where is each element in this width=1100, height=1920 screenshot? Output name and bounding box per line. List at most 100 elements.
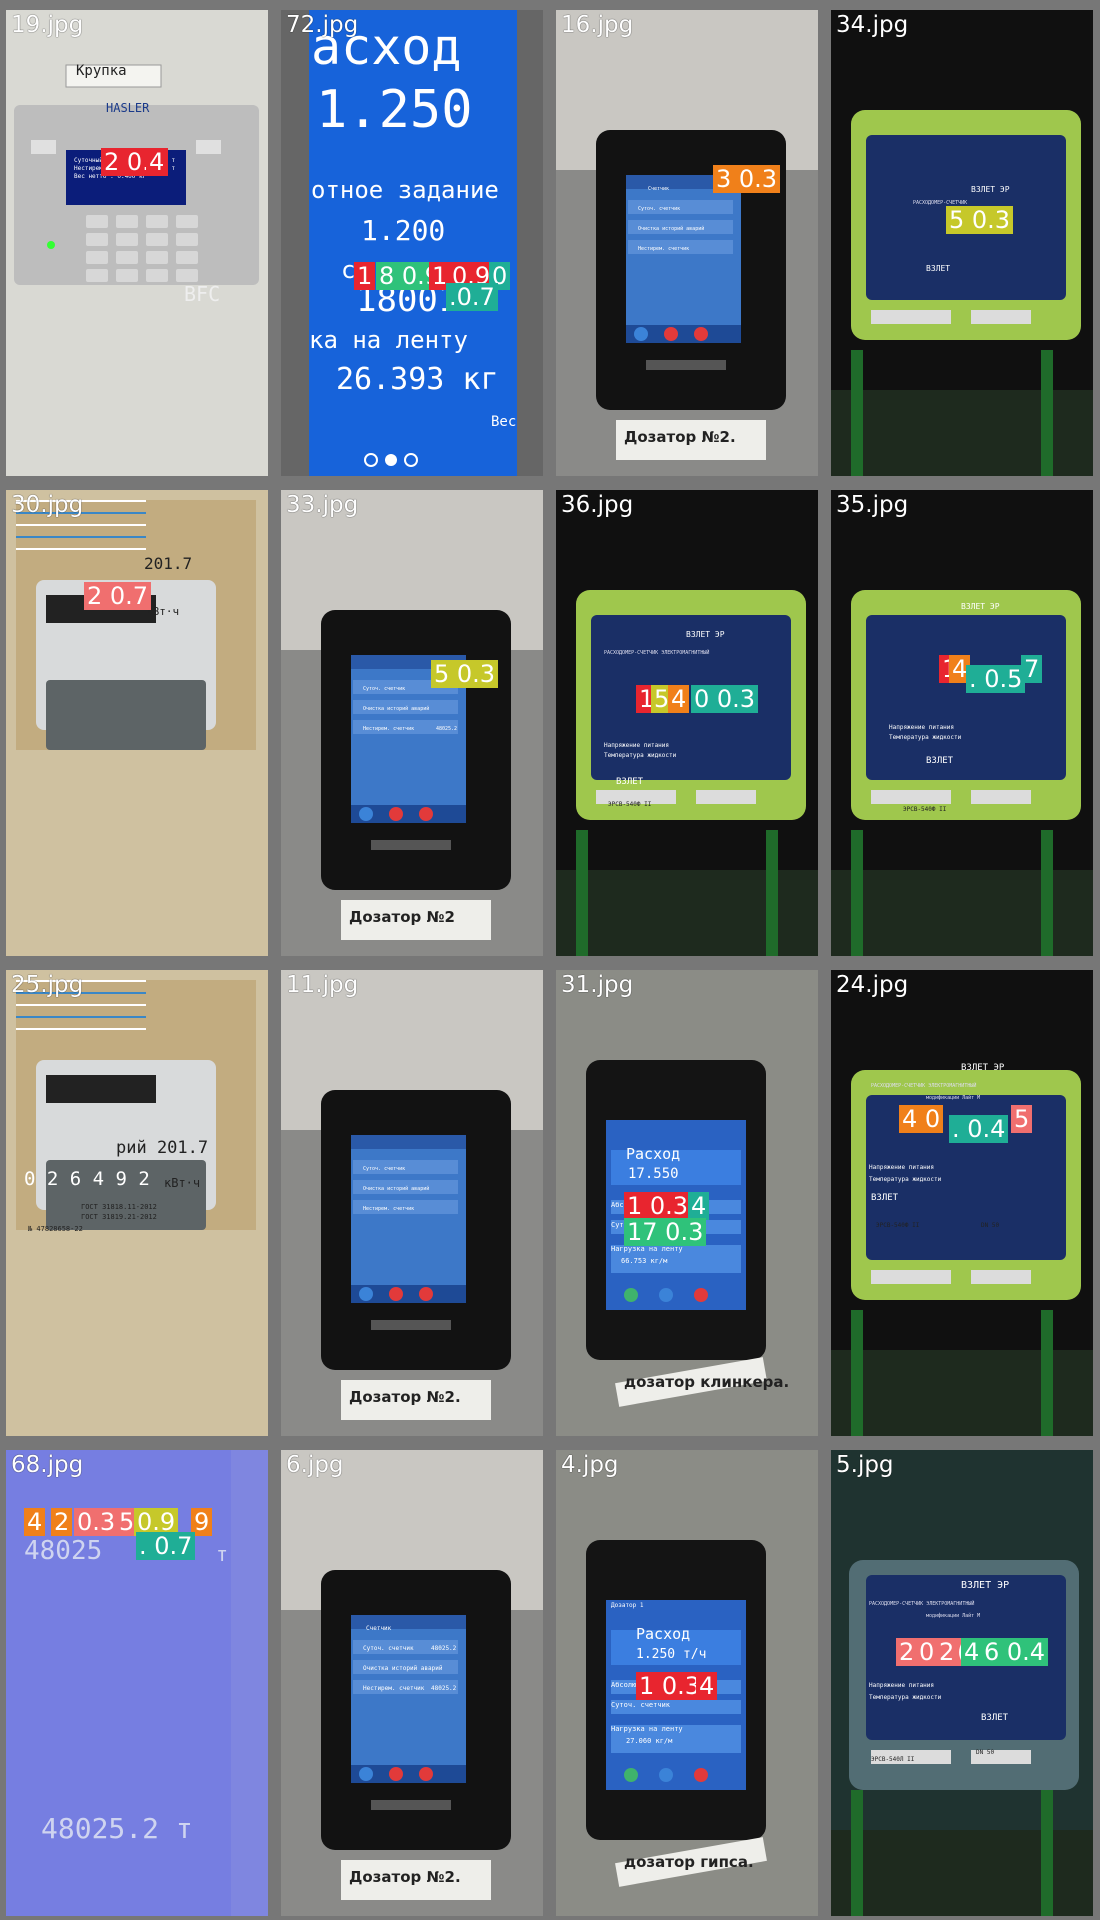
photo-text: 0 2 6 4 9 2	[24, 1168, 150, 1190]
detection-label: 17 0.3	[624, 1218, 707, 1246]
photo-text: Нестирем. счетчик	[363, 1685, 425, 1692]
tile-filename: 19.jpg	[11, 12, 84, 38]
photo-text: Крупка	[76, 63, 127, 79]
photo-text: ВЗЛЕТ	[926, 264, 951, 273]
detection-label: 0 0.3	[691, 685, 759, 713]
photo-text: HASLER	[106, 101, 150, 115]
photo-text: Очистка историй аварий	[363, 1665, 443, 1672]
photo-text: ЭРСВ-540Л II	[871, 1756, 915, 1763]
photo-text: ВЗЛЕТ	[926, 756, 954, 766]
detection-label: 1 0.3	[624, 1192, 692, 1220]
image-tile[interactable]: ВЗЛЕТ ЭР РАСХОДОМЕР-СЧЕТЧИК ВЗЛЕТ 34.jpg 5 0…	[831, 10, 1093, 476]
photo-text: Счетчик	[648, 186, 670, 192]
photo-text: ЭРСВ-540Ф II	[608, 801, 652, 808]
image-tile[interactable]: КрупкаHASLERBFCСуточный счетчик : 12903.…	[6, 10, 268, 476]
image-tile[interactable]: Суточ. счетчик Очистка историй аварий Нест…	[281, 490, 543, 956]
tile-photo	[556, 490, 818, 956]
photo-text: Очистка историй аварий	[363, 706, 430, 712]
tile-filename: 16.jpg	[561, 12, 634, 38]
tile-filename: 4.jpg	[561, 1452, 619, 1478]
tile-photo	[281, 490, 543, 956]
sign-label: Дозатор №2.	[624, 428, 736, 446]
photo-text: ВЗЛЕТ ЭР	[961, 1063, 1005, 1073]
detection-label: 4	[24, 1508, 46, 1536]
sign-label: Дозатор №2	[349, 908, 455, 926]
photo-text: ВЗЛЕТ	[616, 777, 644, 787]
image-tile[interactable]: ВЗЛЕТ ЭР РАСХОДОМЕР-СЧЕТЧИК ЭЛЕКТРОМАГНИТ…	[831, 970, 1093, 1436]
tile-photo	[556, 10, 818, 476]
detection-label: 2	[51, 1508, 73, 1536]
photo-text: 48025.2	[431, 1645, 457, 1652]
detection-label: 4	[668, 685, 690, 713]
detection-label: .0.7	[446, 283, 498, 311]
photo-text: № 47828658-22	[28, 1225, 83, 1233]
detection-label: . 0.4	[949, 1115, 1009, 1143]
tile-photo	[6, 10, 268, 476]
sign-label: дозатор клинкера.	[624, 1373, 790, 1391]
photo-text: Нестирем. счетчик	[638, 246, 690, 252]
photo-text: Суточ. счетчик	[363, 1166, 406, 1172]
image-tile[interactable]: Счетчик Суточ. счетчик Очистка историй ава…	[556, 10, 818, 476]
photo-text: 1.200	[361, 214, 446, 247]
photo-text: 26.393 кг	[336, 362, 499, 397]
tile-filename: 5.jpg	[836, 1452, 894, 1478]
detection-label: 0.3	[74, 1508, 119, 1536]
photo-text: ВЗЛЕТ ЭР	[686, 630, 725, 639]
image-tile[interactable]: ВЗЛЕТ ЭР РАСХОДОМЕР-СЧЕТЧИК ЭЛЕКТРОМАГНИТ…	[556, 490, 818, 956]
tile-filename: 33.jpg	[286, 492, 359, 518]
photo-text: Суточ. счетчик	[638, 206, 681, 212]
tile-filename: 11.jpg	[286, 972, 359, 998]
photo-text: DN 50	[976, 1749, 995, 1756]
photo-text: Напряжение питания	[889, 724, 955, 731]
image-tile[interactable]: ВЗЛЕТ ЭР РАСХОДОМЕР-СЧЕТЧИК ЭЛЕКТРОМАГНИТ…	[831, 1450, 1093, 1916]
detection-label: 1 0.3	[636, 1672, 704, 1700]
image-tile[interactable]: ВЗЛЕТ ЭР Напряжение питания Температура жи…	[831, 490, 1093, 956]
photo-text: ВЗЛЕТ	[871, 1193, 899, 1203]
detection-label: . 0.7	[136, 1532, 196, 1560]
image-tile[interactable]: 201.7 кВт·ч 30.jpg 2 0.7	[6, 490, 268, 956]
detection-label: 4	[688, 1192, 710, 1220]
tile-photo	[831, 490, 1093, 956]
detection-label: 3 0.3	[713, 165, 781, 193]
detection-label: 4	[961, 1638, 983, 1666]
tile-filename: 72.jpg	[286, 12, 359, 38]
photo-text: Счетчик	[366, 1625, 392, 1632]
detection-label: 0	[916, 1638, 938, 1666]
detection-label: 2	[896, 1638, 918, 1666]
detection-label: 5	[1011, 1105, 1033, 1133]
photo-text: ВЗЛЕТ ЭР	[961, 1580, 1010, 1591]
detection-label: 1	[354, 262, 376, 290]
photo-text: 17.550	[628, 1166, 679, 1182]
tile-filename: 35.jpg	[836, 492, 909, 518]
detection-label: . 0.5	[966, 665, 1026, 693]
photo-text: Дозатор 1	[611, 1602, 644, 1609]
photo-text: 1.250 т/ч	[636, 1647, 707, 1662]
photo-text: ЭРСВ-540Ф II	[903, 806, 947, 813]
image-tile[interactable]: Дозатор 1 Расход 1.250 т/ч Абсолютный Суточ.…	[556, 1450, 818, 1916]
image-tile[interactable]: Расход17.550АбсолютныйСуточ. счетчикНагр…	[556, 970, 818, 1436]
image-tile[interactable]: Суточ. счетчик Очистка историй аварий Нест…	[281, 970, 543, 1436]
photo-text: Вес	[491, 414, 517, 430]
tile-filename: 34.jpg	[836, 12, 909, 38]
photo-text: Температура жидкости	[869, 1176, 942, 1183]
photo-text: 48025.2 т	[41, 1812, 193, 1845]
image-tile[interactable]: Счетчик Суточ. счетчик 48025.2 Очистка исто…	[281, 1450, 543, 1916]
photo-text: Суточ. счетчик	[363, 686, 406, 692]
photo-text: 48025.2	[431, 1685, 457, 1692]
detection-label: 5 0.3	[431, 660, 499, 688]
photo-text: ВЗЛЕТ	[981, 1713, 1009, 1723]
photo-text: отное задание	[311, 176, 499, 204]
detection-label: 2 0.7	[84, 582, 152, 610]
image-tile[interactable]: асход1.250отное задание1.200сч18001ка на…	[281, 10, 543, 476]
photo-text: Суточ. счетчик	[363, 1645, 414, 1652]
photo-text: Напряжение питания	[604, 742, 670, 749]
photo-text: Температура жидкости	[869, 1694, 942, 1701]
photo-text: ЭРСВ-540Ф II	[876, 1222, 920, 1229]
detection-label: 6 0.4	[981, 1638, 1049, 1666]
image-tile[interactable]: рий 201.7 0 2 6 4 9 2 кВт·ч ГОСТ 31818.11-2…	[6, 970, 268, 1436]
photo-text: ГОСТ 31819.21-2012	[81, 1213, 157, 1221]
detection-label: 7	[1021, 655, 1043, 683]
tile-filename: 31.jpg	[561, 972, 634, 998]
detection-label: 4	[696, 1672, 718, 1700]
image-tile[interactable]: 48025 т 48025.2 т 68.jpg 4 2 0.3 5 0.9 9. 0.7	[6, 1450, 268, 1916]
